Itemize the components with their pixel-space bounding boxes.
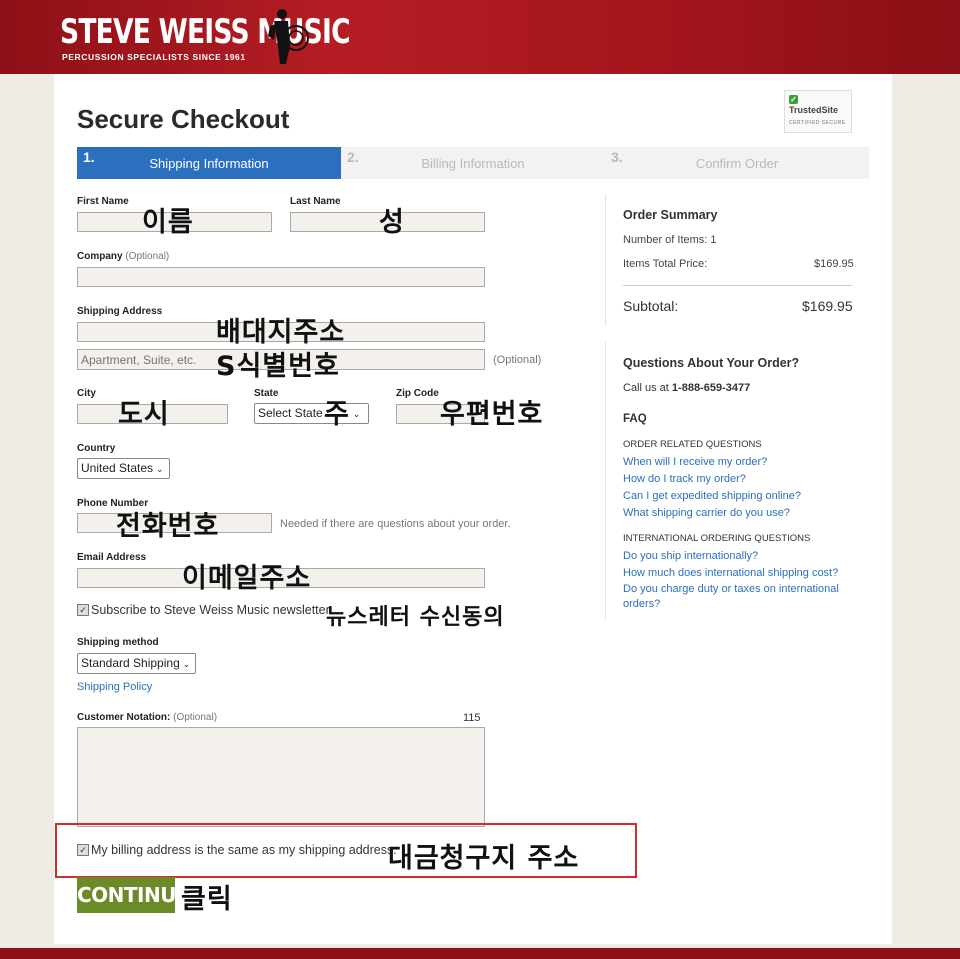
notation-char-count: 115 bbox=[463, 712, 481, 724]
trust-badge-sub: CERTIFIED SECURE bbox=[789, 120, 846, 126]
notation-textarea[interactable] bbox=[77, 727, 485, 827]
step-confirm[interactable]: 3. Confirm Order bbox=[605, 147, 869, 179]
faq-title: FAQ bbox=[623, 413, 647, 425]
summary-divider bbox=[623, 285, 852, 286]
state-select[interactable]: Select State ⌄ bbox=[254, 403, 369, 424]
notation-label: Customer Notation: (Optional) bbox=[77, 712, 217, 723]
step-label: Confirm Order bbox=[695, 156, 779, 171]
chevron-down-icon: ⌄ bbox=[352, 409, 361, 419]
support-phone[interactable]: 1-888-659-3477 bbox=[672, 382, 750, 394]
city-label: City bbox=[77, 388, 96, 399]
annotation-billing: 대금청구지 주소 bbox=[388, 843, 580, 874]
country-label: Country bbox=[77, 443, 116, 454]
annotation-suite: S식별번호 bbox=[216, 351, 340, 382]
company-input[interactable] bbox=[77, 267, 485, 287]
faq-link[interactable]: Do you charge duty or taxes on internati… bbox=[623, 583, 839, 595]
call-us: Call us at 1-888-659-3477 bbox=[623, 382, 750, 394]
state-label: State bbox=[254, 388, 279, 399]
call-us-prefix: Call us at bbox=[623, 382, 672, 394]
continue-button[interactable]: CONTINUE bbox=[77, 877, 190, 913]
order-summary-title: Order Summary bbox=[623, 208, 718, 222]
site-footer-bar bbox=[0, 948, 960, 959]
shipping-policy-link[interactable]: Shipping Policy bbox=[77, 681, 152, 693]
faq-link[interactable]: How much does international shipping cos… bbox=[623, 567, 838, 579]
newsletter-checkbox[interactable]: ✓ bbox=[77, 604, 89, 616]
annotation-phone: 전화번호 bbox=[116, 511, 220, 542]
site-header: STEVE WEISS MUSIC PERCUSSION SPECIALISTS… bbox=[0, 0, 960, 74]
company-label-text: Company bbox=[77, 251, 123, 262]
shipping-method-value: Standard Shipping bbox=[81, 656, 180, 670]
annotation-city: 도시 bbox=[118, 399, 170, 430]
annotation-state: 주 bbox=[324, 399, 350, 430]
optional-text: (Optional) bbox=[125, 251, 170, 262]
country-select-value: United States bbox=[81, 461, 154, 475]
chevron-down-icon: ⌄ bbox=[182, 659, 191, 669]
step-label: Shipping Information bbox=[149, 156, 269, 171]
state-select-value: Select State bbox=[258, 406, 323, 420]
billing-same-label: My billing address is the same as my shi… bbox=[91, 843, 397, 857]
faq-link[interactable]: What shipping carrier do you use? bbox=[623, 507, 790, 519]
annotation-email: 이메일주소 bbox=[182, 563, 312, 594]
subtotal-label: Subtotal: bbox=[623, 298, 679, 314]
items-count: Number of Items: 1 bbox=[623, 234, 717, 246]
step-shipping[interactable]: 1. Shipping Information bbox=[77, 147, 341, 179]
items-total-label: Items Total Price: bbox=[623, 258, 708, 270]
drummer-logo-icon bbox=[268, 9, 309, 64]
company-label: Company (Optional) bbox=[77, 251, 169, 262]
last-name-label: Last Name bbox=[290, 196, 341, 207]
trust-badge-title: TrustedSite bbox=[789, 105, 839, 115]
email-label: Email Address bbox=[77, 552, 147, 563]
step-label: Billing Information bbox=[421, 156, 525, 171]
apartment-optional: (Optional) bbox=[493, 354, 542, 366]
first-name-label: First Name bbox=[77, 196, 129, 207]
annotation-last-name: 성 bbox=[379, 207, 405, 238]
chevron-down-icon: ⌄ bbox=[156, 464, 164, 474]
items-total-value: $169.95 bbox=[814, 258, 854, 270]
billing-same-checkbox[interactable]: ✓ bbox=[77, 844, 89, 856]
trustedsite-badge[interactable]: ✓TrustedSite CERTIFIED SECURE bbox=[784, 90, 852, 133]
questions-title: Questions About Your Order? bbox=[623, 356, 800, 370]
checkout-page: Secure Checkout ✓TrustedSite CERTIFIED S… bbox=[54, 74, 892, 944]
shipping-method-select[interactable]: Standard Shipping ⌄ bbox=[77, 653, 196, 674]
brand-tagline: PERCUSSION SPECIALISTS SINCE 1961 bbox=[62, 52, 246, 62]
optional-text: (Optional) bbox=[173, 712, 218, 723]
annotation-first-name: 이름 bbox=[142, 207, 194, 238]
step-billing[interactable]: 2. Billing Information bbox=[341, 147, 605, 179]
annotation-newsletter: 뉴스레터 수신동의 bbox=[326, 605, 505, 630]
shipping-method-label: Shipping method bbox=[77, 637, 159, 648]
faq-link[interactable]: When will I receive my order? bbox=[623, 456, 767, 468]
faq-link[interactable]: How do I track my order? bbox=[623, 473, 746, 485]
order-related-title: ORDER RELATED QUESTIONS bbox=[623, 439, 762, 450]
country-select[interactable]: United States ⌄ bbox=[77, 458, 170, 479]
shipping-address-label: Shipping Address bbox=[77, 306, 163, 317]
annotation-zip: 우편번호 bbox=[440, 399, 544, 430]
page-title: Secure Checkout bbox=[77, 104, 290, 134]
international-title: INTERNATIONAL ORDERING QUESTIONS bbox=[623, 533, 811, 544]
check-icon: ✓ bbox=[789, 95, 798, 104]
zip-label: Zip Code bbox=[396, 388, 439, 399]
phone-note: Needed if there are questions about your… bbox=[280, 518, 511, 530]
newsletter-label: Subscribe to Steve Weiss Music newslette… bbox=[91, 603, 333, 617]
faq-link[interactable]: Can I get expedited shipping online? bbox=[623, 490, 801, 502]
faq-link[interactable]: orders? bbox=[623, 598, 660, 610]
faq-link[interactable]: Do you ship internationally? bbox=[623, 550, 758, 562]
subtotal-value: $169.95 bbox=[802, 298, 853, 314]
notation-label-text: Customer Notation: bbox=[77, 712, 171, 723]
annotation-click: 클릭 bbox=[181, 884, 233, 915]
